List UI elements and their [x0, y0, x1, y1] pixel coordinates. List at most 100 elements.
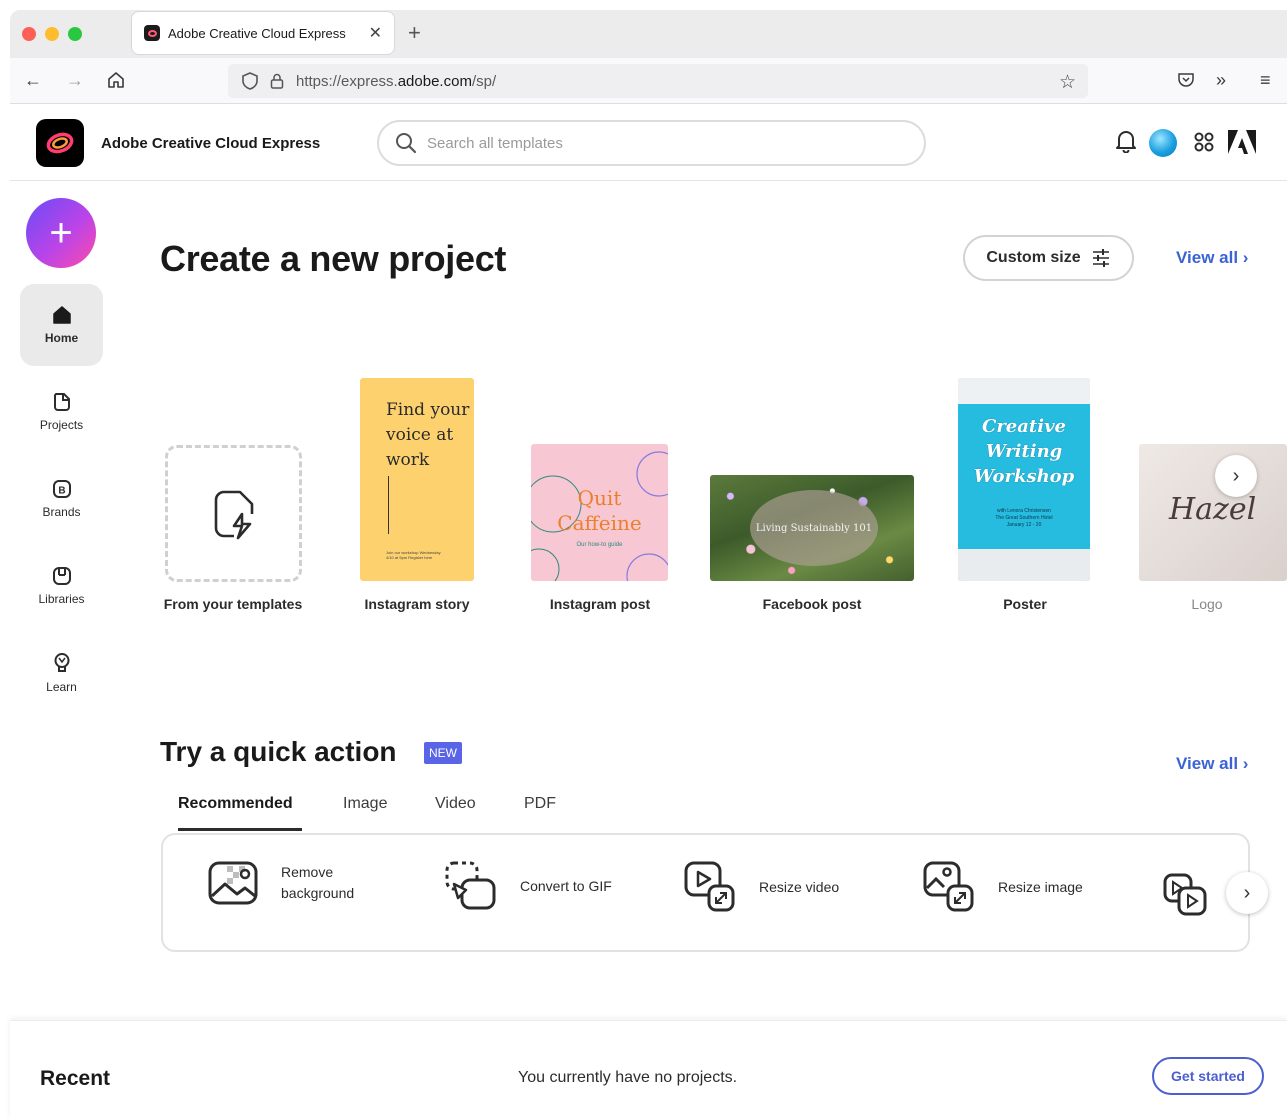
window-minimize-button[interactable]	[45, 27, 59, 41]
sliders-icon	[1092, 249, 1109, 267]
convert-gif-icon	[445, 861, 496, 910]
poster-paper-bottom	[958, 549, 1090, 581]
template-facebook-post[interactable]: Living Sustainably 101	[710, 475, 914, 581]
active-tab-indicator	[178, 828, 302, 831]
chevron-right-icon: ›	[1243, 881, 1251, 904]
tab-pdf[interactable]: PDF	[524, 795, 556, 813]
recent-title: Recent	[40, 1067, 111, 1090]
quick-action-label: Resize video	[759, 878, 840, 895]
quick-actions-next-button[interactable]: ›	[1226, 872, 1268, 914]
poster-paper-top	[958, 378, 1090, 404]
fb-preview-text: Living Sustainably 101	[755, 522, 873, 534]
svg-text:B: B	[58, 486, 65, 497]
new-badge: NEW	[424, 742, 462, 764]
quick-action-convert-to-gif[interactable]: Convert to GIF	[444, 860, 612, 912]
notification-bell-icon[interactable]	[1115, 129, 1137, 158]
projects-icon	[53, 393, 70, 411]
browser-tab-bar: Adobe Creative Cloud Express ✕ +	[10, 10, 1287, 58]
story-preview-small: Join our workshop Wednesday 4/10 at 5pm …	[386, 550, 441, 560]
sidebar-item-libraries[interactable]: Libraries	[20, 545, 103, 627]
sidebar-item-label: Brands	[42, 505, 81, 519]
logo-preview-text: Hazel	[1169, 492, 1257, 527]
template-instagram-post[interactable]: Quit Caffeine Our how-to guide	[531, 444, 668, 581]
template-label[interactable]: Poster	[1003, 596, 1047, 612]
quick-action-label: Remove background	[281, 864, 355, 901]
browser-tab[interactable]: Adobe Creative Cloud Express ✕	[132, 12, 394, 54]
recent-section: Recent You currently have no projects. G…	[10, 1020, 1287, 1120]
resize-image-icon	[923, 861, 974, 912]
search-icon	[396, 133, 417, 154]
chevron-right-icon: ›	[1232, 464, 1240, 487]
create-plus-button[interactable]: +	[26, 198, 96, 268]
brands-icon: B	[52, 480, 71, 498]
template-label[interactable]: Instagram post	[550, 596, 650, 612]
tab-recommended[interactable]: Recommended	[178, 795, 293, 813]
overflow-chevron-icon[interactable]: »	[1216, 70, 1226, 91]
quick-view-all-link[interactable]: View all ›	[1176, 754, 1248, 774]
forward-icon[interactable]: →	[66, 70, 84, 91]
quick-action-partial[interactable]	[1162, 872, 1210, 916]
adobe-logo-icon[interactable]	[1228, 130, 1256, 159]
remove-background-icon	[208, 861, 258, 905]
address-bar[interactable]: https://express.adobe.com/sp/ ☆	[228, 64, 1088, 98]
back-icon[interactable]: ←	[24, 70, 42, 91]
template-from-your-templates[interactable]	[165, 445, 302, 582]
template-poster[interactable]: Creative Writing Workshop with Lenora Ch…	[958, 378, 1090, 581]
sidebar-item-label: Libraries	[38, 592, 85, 606]
merge-video-icon	[1163, 873, 1207, 916]
menu-icon[interactable]: ≡	[1260, 70, 1271, 91]
templates-lightning-icon	[214, 490, 253, 539]
url-text: https://express.adobe.com/sp/	[296, 72, 497, 90]
window-maximize-button[interactable]	[68, 27, 82, 41]
quick-action-resize-image[interactable]: Resize image	[922, 860, 1083, 914]
sidebar-item-label: Learn	[46, 680, 77, 694]
tab-video[interactable]: Video	[435, 795, 476, 813]
tab-close-icon[interactable]: ✕	[369, 23, 382, 43]
igpost-preview-sub: Our how-to guide	[576, 542, 623, 548]
template-label[interactable]: Facebook post	[763, 596, 862, 612]
lock-icon[interactable]	[270, 73, 284, 89]
template-label[interactable]: Instagram story	[364, 596, 469, 612]
sidebar-item-brands[interactable]: B Brands	[20, 458, 103, 540]
quick-action-label: Convert to GIF	[520, 877, 612, 894]
custom-size-button[interactable]: Custom size	[963, 235, 1134, 281]
get-started-button[interactable]: Get started	[1152, 1057, 1264, 1095]
create-section-title: Create a new project	[160, 238, 507, 279]
home-browser-icon[interactable]	[106, 70, 126, 95]
fb-preview-oval: Living Sustainably 101	[750, 490, 878, 566]
lightbulb-icon	[54, 653, 69, 672]
template-label[interactable]: From your templates	[164, 596, 302, 612]
poster-preview-title: Creative Writing Workshop	[973, 416, 1075, 487]
app-logo-icon[interactable]	[36, 119, 84, 167]
poster-preview-details: with Lenora Christensen The Great Southe…	[995, 508, 1053, 528]
window-close-button[interactable]	[22, 27, 36, 41]
sidebar-item-home[interactable]: Home	[20, 284, 103, 366]
sidebar-item-projects[interactable]: Projects	[20, 371, 103, 453]
apps-grid-icon[interactable]	[1193, 131, 1215, 158]
story-divider	[388, 476, 389, 534]
libraries-icon	[52, 567, 71, 585]
new-tab-icon[interactable]: +	[408, 20, 421, 46]
sidebar-item-label: Projects	[39, 418, 84, 432]
pocket-icon[interactable]	[1176, 70, 1196, 95]
tracking-shield-icon[interactable]	[242, 72, 258, 90]
quick-action-title: Try a quick action	[160, 736, 397, 767]
recent-empty-message: You currently have no projects.	[518, 1069, 738, 1086]
templates-next-button[interactable]: ›	[1215, 455, 1257, 497]
sidebar-item-learn[interactable]: Learn	[20, 632, 103, 714]
sidebar-item-label: Home	[44, 331, 79, 345]
search-input[interactable]: Search all templates	[377, 120, 926, 166]
bookmark-star-icon[interactable]: ☆	[1059, 71, 1076, 94]
template-label[interactable]: Logo	[1191, 596, 1222, 612]
quick-action-remove-background[interactable]: Remove background	[207, 860, 354, 906]
story-preview-text: Find your voice at work	[386, 400, 470, 470]
tab-image[interactable]: Image	[343, 795, 387, 813]
app-name[interactable]: Adobe Creative Cloud Express	[101, 135, 320, 152]
search-placeholder: Search all templates	[427, 134, 563, 152]
template-instagram-story[interactable]: Find your voice at work Join our worksho…	[360, 378, 474, 581]
template-logo[interactable]: Hazel	[1139, 444, 1287, 581]
user-avatar[interactable]	[1149, 129, 1177, 157]
create-view-all-link[interactable]: View all ›	[1176, 248, 1248, 268]
tab-title: Adobe Creative Cloud Express	[168, 25, 346, 41]
quick-action-resize-video[interactable]: Resize video	[683, 860, 839, 914]
